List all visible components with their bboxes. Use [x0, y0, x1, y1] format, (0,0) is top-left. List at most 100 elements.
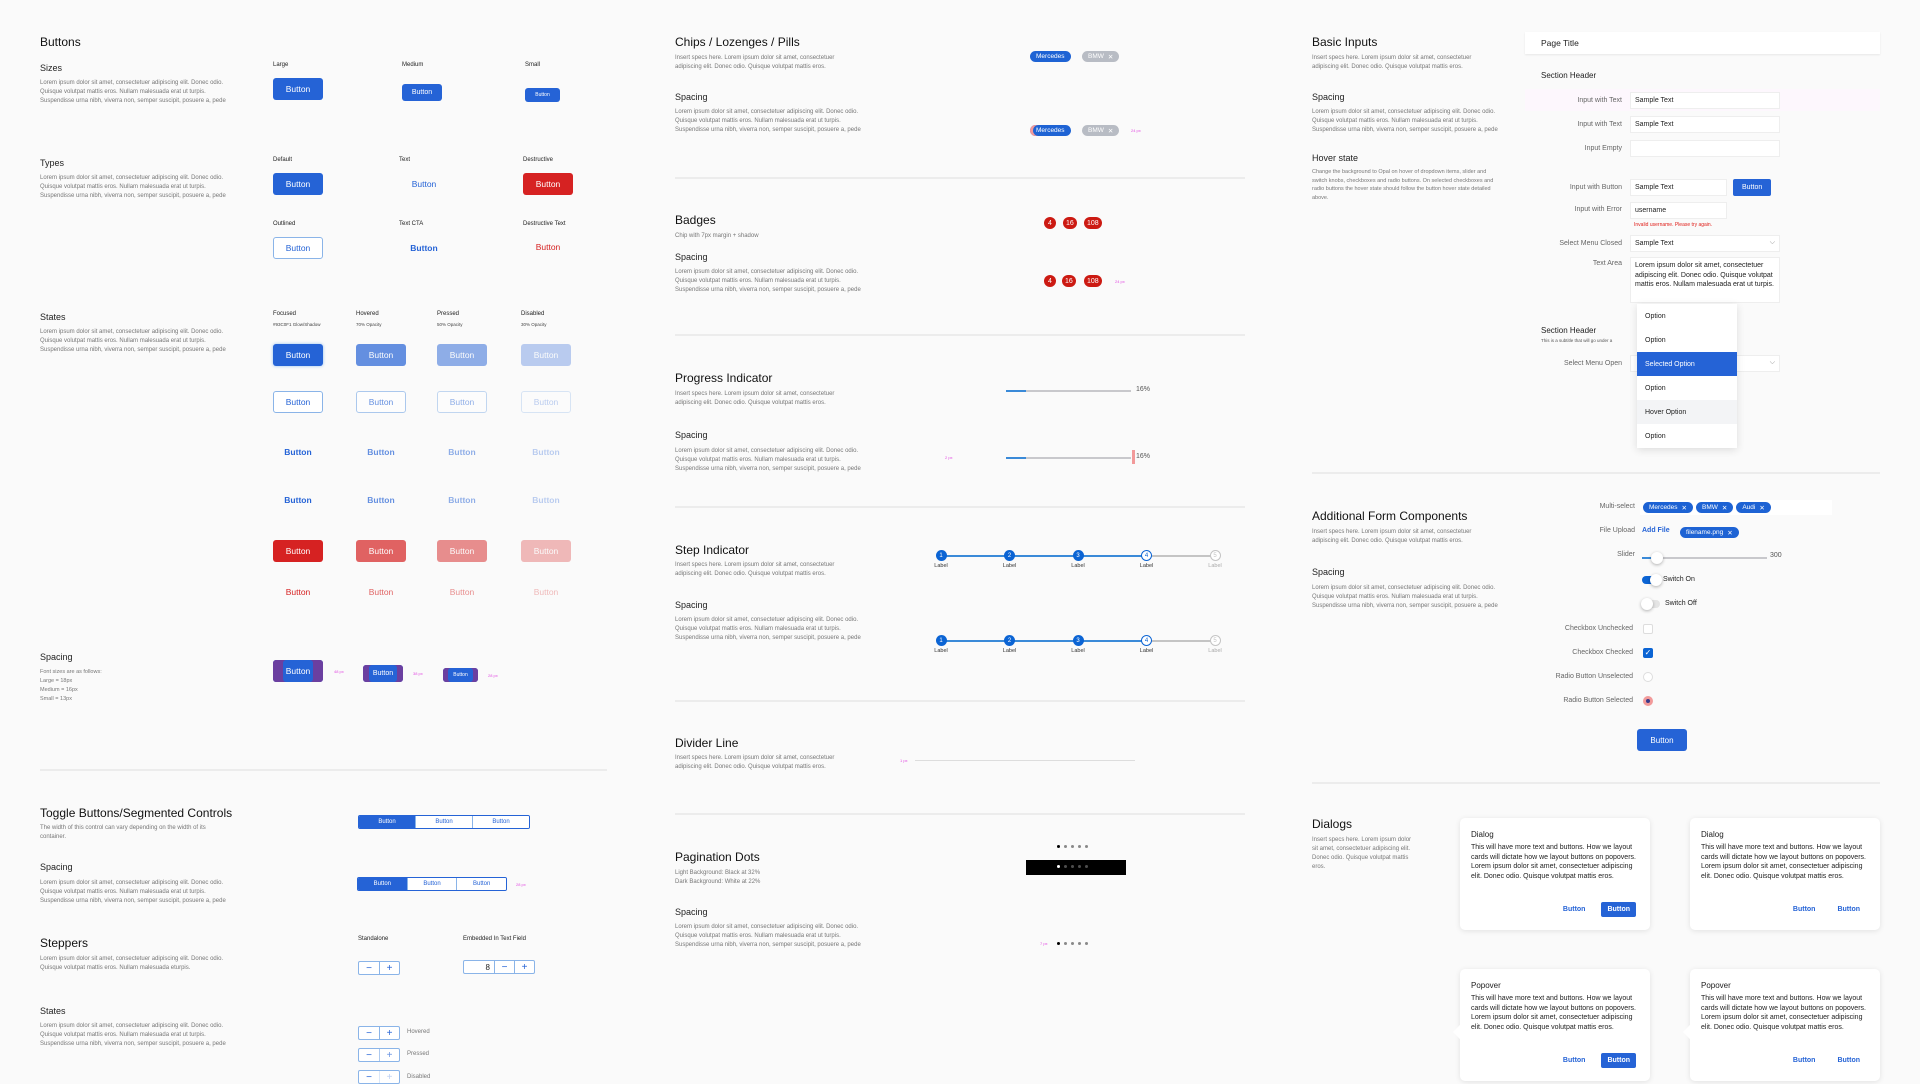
primary-button-pressed[interactable]: Button	[437, 344, 487, 366]
slider-track[interactable]	[1642, 552, 1767, 564]
segmented-control-spacing[interactable]: Button Button Button	[357, 877, 507, 891]
switch-off[interactable]	[1641, 598, 1660, 610]
step-circle[interactable]: 1	[935, 635, 947, 646]
text-input[interactable]: Sample Text	[1630, 91, 1780, 109]
text-button-focused[interactable]: Button	[273, 441, 323, 463]
pagination-dot[interactable]	[1071, 845, 1074, 848]
destructive-button-focused[interactable]: Button	[273, 540, 323, 562]
text-button-hovered[interactable]: Button	[356, 441, 406, 463]
default-button[interactable]: Button	[273, 173, 323, 195]
step-circle[interactable]: 1	[935, 550, 947, 561]
text-area[interactable]: Lorem ipsum dolor sit amet, consectetuer…	[1630, 257, 1780, 303]
destructive-text-button[interactable]: Button	[523, 236, 573, 258]
step-circle[interactable]: 4	[1141, 635, 1152, 646]
segment-3[interactable]: Button	[472, 816, 529, 828]
radio-unselected[interactable]	[1643, 672, 1653, 682]
segment-1[interactable]: Button	[359, 816, 415, 828]
text-button-disabled[interactable]: Button	[521, 441, 571, 463]
pagination-dot[interactable]	[1064, 942, 1067, 945]
embedded-stepper[interactable]: 8 − +	[463, 960, 535, 974]
destructive-button-hovered[interactable]: Button	[356, 540, 406, 562]
segment-2[interactable]: Button	[415, 816, 472, 828]
pagination-dot[interactable]	[1085, 942, 1088, 945]
destructive-button-disabled[interactable]: Button	[521, 540, 571, 562]
text-input[interactable]: Sample Text	[1630, 115, 1780, 133]
radio-selected[interactable]	[1643, 696, 1653, 706]
pagination-dot[interactable]	[1078, 942, 1081, 945]
step-circle[interactable]: 5	[1209, 550, 1221, 561]
outlined-button-focused[interactable]: Button	[273, 391, 323, 413]
menu-option[interactable]: Hover Option	[1637, 400, 1737, 424]
select-closed[interactable]: Sample Text ⌵	[1630, 234, 1780, 252]
text-cta-button-pressed[interactable]: Button	[437, 489, 487, 511]
secondary-button[interactable]: Button	[1557, 902, 1592, 917]
destructive-button-pressed[interactable]: Button	[437, 540, 487, 562]
secondary-button[interactable]: Button	[1787, 902, 1822, 917]
empty-input[interactable]	[1630, 139, 1780, 157]
file-chip[interactable]: filename.png ✕	[1680, 527, 1739, 538]
pagination-dot[interactable]	[1078, 865, 1081, 868]
text-input[interactable]: Sample Text	[1630, 178, 1727, 196]
switch-on[interactable]	[1642, 574, 1662, 586]
menu-option[interactable]: Option	[1637, 304, 1737, 328]
pagination-dots-light[interactable]	[1057, 845, 1088, 848]
secondary-button[interactable]: Button	[1787, 1053, 1822, 1068]
outlined-button-disabled[interactable]: Button	[521, 391, 571, 413]
input-action-button[interactable]: Button	[1733, 178, 1772, 196]
small-button[interactable]: Button	[525, 88, 560, 102]
pagination-dot[interactable]	[1064, 865, 1067, 868]
submit-button[interactable]: Button	[1637, 729, 1687, 751]
secondary-button[interactable]: Button	[1557, 1053, 1592, 1068]
chip-bmw[interactable]: BMW ✕	[1082, 51, 1120, 62]
primary-button[interactable]: Button	[1601, 1053, 1636, 1068]
stepper-value[interactable]: 8	[464, 961, 494, 973]
pagination-dot[interactable]	[1057, 845, 1060, 848]
multiselect[interactable]: Mercedes ✕ BMW ✕ Audi ✕	[1640, 500, 1832, 515]
minus-button[interactable]: −	[359, 1049, 379, 1061]
dropdown-menu[interactable]: Option Option Selected Option Option Hover O…	[1637, 304, 1737, 448]
minus-button[interactable]: −	[359, 1071, 379, 1083]
pagination-dot[interactable]	[1071, 942, 1074, 945]
step-circle[interactable]: 3	[1072, 635, 1084, 646]
pagination-dot[interactable]	[1085, 865, 1088, 868]
primary-button-disabled[interactable]: Button	[521, 344, 571, 366]
stepper-hovered[interactable]: − +	[358, 1026, 400, 1040]
primary-button[interactable]: Button	[1831, 902, 1866, 917]
text-cta-button[interactable]: Button	[399, 237, 449, 259]
pagination-dot[interactable]	[1078, 845, 1081, 848]
text-cta-button-focused[interactable]: Button	[273, 489, 323, 511]
pagination-dot[interactable]	[1057, 865, 1060, 868]
text-button[interactable]: Button	[399, 173, 449, 195]
pagination-dot[interactable]	[1071, 865, 1074, 868]
add-file-link[interactable]: Add File	[1642, 527, 1670, 534]
step-circle[interactable]: 3	[1072, 550, 1084, 561]
large-button[interactable]: Button	[273, 78, 323, 100]
step-circle[interactable]: 2	[1004, 635, 1015, 646]
plus-button[interactable]: +	[379, 1027, 399, 1039]
outlined-button-pressed[interactable]: Button	[437, 391, 487, 413]
slider-knob[interactable]	[1651, 552, 1663, 564]
menu-option[interactable]: Option	[1637, 424, 1737, 448]
checkbox-unchecked[interactable]	[1643, 624, 1653, 634]
destructive-text-button-hovered[interactable]: Button	[356, 581, 406, 603]
segmented-control[interactable]: Button Button Button	[358, 815, 530, 829]
checkbox-checked[interactable]: ✓	[1643, 648, 1653, 658]
chip-mercedes[interactable]: Mercedes	[1030, 51, 1071, 62]
pagination-dot[interactable]	[1064, 845, 1067, 848]
destructive-text-button-disabled[interactable]: Button	[521, 581, 571, 603]
stepper-pressed[interactable]: − +	[358, 1048, 400, 1062]
multiselect-chip[interactable]: Audi ✕	[1736, 502, 1771, 513]
step-circle[interactable]: 4	[1141, 550, 1152, 561]
minus-button[interactable]: −	[359, 962, 379, 974]
username-input[interactable]: username	[1630, 202, 1727, 219]
plus-button[interactable]: +	[379, 1049, 399, 1061]
outlined-button-hovered[interactable]: Button	[356, 391, 406, 413]
minus-button[interactable]: −	[359, 1027, 379, 1039]
multiselect-chip[interactable]: BMW ✕	[1696, 502, 1734, 513]
menu-option[interactable]: Option	[1637, 376, 1737, 400]
stepper-disabled[interactable]: − +	[358, 1070, 400, 1084]
menu-option[interactable]: Option	[1637, 328, 1737, 352]
segment-2[interactable]: Button	[406, 878, 457, 890]
text-cta-button-disabled[interactable]: Button	[521, 489, 571, 511]
primary-button-hovered[interactable]: Button	[356, 344, 406, 366]
